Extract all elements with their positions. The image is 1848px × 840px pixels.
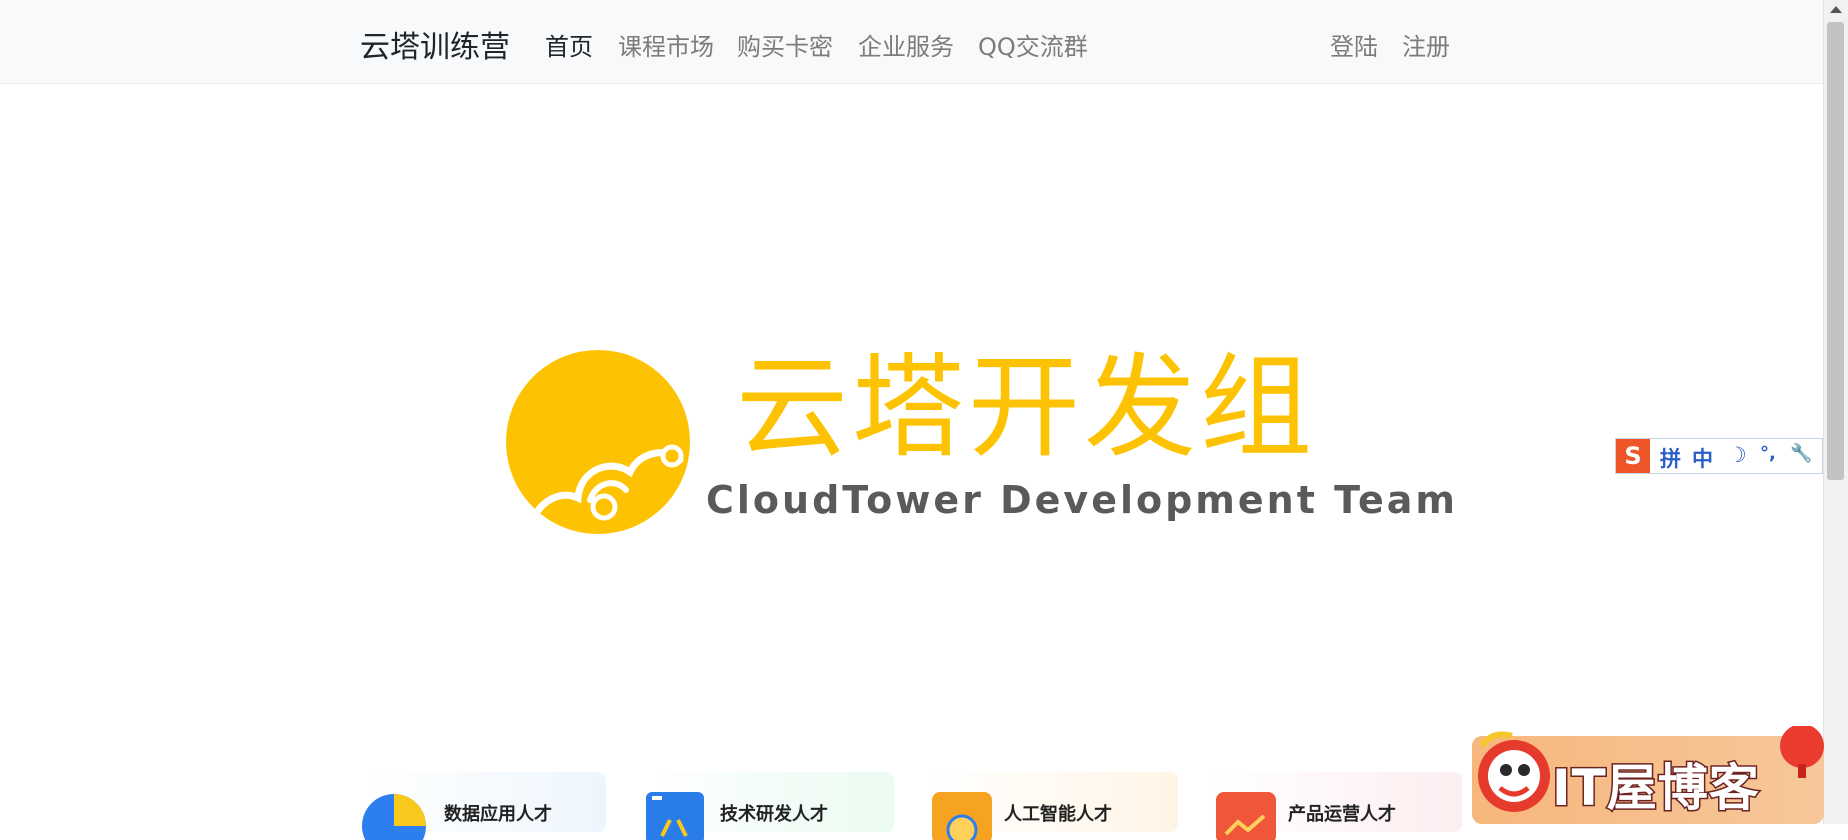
brand-logo[interactable]: 云塔训练营: [360, 22, 510, 66]
card-product-ops[interactable]: 产品运营人才: [1208, 772, 1462, 840]
moon-icon[interactable]: ☽: [1728, 443, 1747, 467]
hero-title: 云塔开发组: [736, 343, 1316, 473]
ime-chinese-toggle[interactable]: 中: [1692, 443, 1713, 473]
cloud-sun-logo-icon: [506, 350, 690, 534]
sogou-logo-icon[interactable]: S: [1616, 439, 1650, 473]
punctuation-icon[interactable]: °,: [1760, 443, 1776, 464]
pie-chart-icon: [362, 794, 426, 840]
hero-logo: 云塔开发组 CloudTower Development Team: [500, 343, 1455, 540]
ime-toolbar[interactable]: S 拼 中 ☽ °, 🔧: [1615, 438, 1823, 474]
nav-buy-card[interactable]: 购买卡密: [737, 27, 833, 62]
card-label: 技术研发人才: [720, 804, 828, 825]
wrench-icon[interactable]: 🔧: [1790, 443, 1812, 464]
top-navbar: 云塔训练营 首页 课程市场 购买卡密 企业服务 QQ交流群 登陆 注册: [0, 0, 1824, 84]
nav-home[interactable]: 首页: [545, 27, 593, 62]
nav-login[interactable]: 登陆: [1330, 27, 1378, 62]
card-ai[interactable]: 人工智能人才: [924, 772, 1178, 840]
blog-title: IT屋博客: [1551, 758, 1761, 819]
card-tech-rd[interactable]: 技术研发人才: [640, 772, 894, 840]
card-label: 人工智能人才: [1004, 804, 1112, 825]
nav-register[interactable]: 注册: [1402, 27, 1450, 62]
lion-dance-icon: [1478, 731, 1550, 812]
hero-subtitle: CloudTower Development Team: [706, 478, 1458, 522]
ai-chip-icon: [932, 792, 992, 840]
nav-course-market[interactable]: 课程市场: [618, 27, 714, 62]
scroll-up-icon[interactable]: [1830, 6, 1842, 13]
card-label: 数据应用人才: [444, 804, 552, 825]
card-label: 产品运营人才: [1288, 804, 1396, 825]
trend-chart-icon: [1216, 792, 1276, 840]
code-window-icon: [646, 792, 704, 840]
scroll-thumb[interactable]: [1827, 22, 1844, 480]
blog-banner[interactable]: IT屋博客: [1472, 726, 1824, 824]
nav-qq-group[interactable]: QQ交流群: [978, 27, 1088, 62]
card-data-application[interactable]: 数据应用人才: [360, 772, 606, 840]
page-scrollbar[interactable]: [1823, 0, 1848, 824]
nav-enterprise-service[interactable]: 企业服务: [858, 27, 954, 62]
ime-pinyin-toggle[interactable]: 拼: [1660, 443, 1681, 473]
